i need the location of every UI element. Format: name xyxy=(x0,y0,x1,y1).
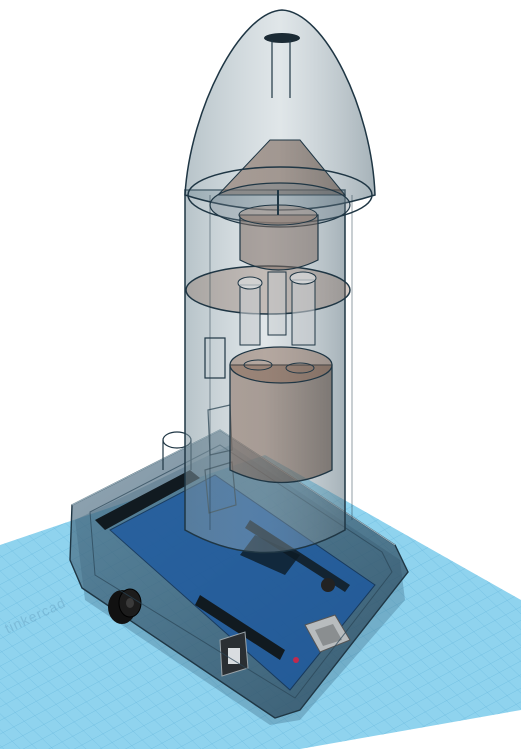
component-capacitor xyxy=(321,578,335,592)
component-led xyxy=(293,657,299,663)
scene-svg[interactable] xyxy=(0,0,521,749)
vacuum-tubes xyxy=(237,271,317,346)
rocket[interactable] xyxy=(184,9,376,554)
nose-cone-tip-cap xyxy=(264,33,300,43)
3d-viewport[interactable]: tinkercad xyxy=(0,0,521,749)
